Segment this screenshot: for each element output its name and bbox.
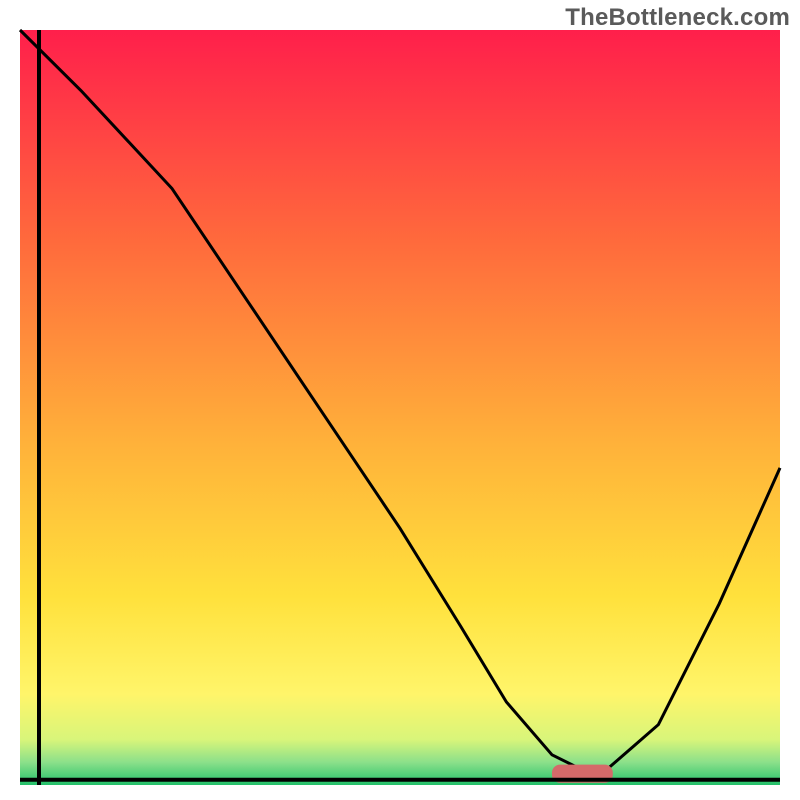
chart-frame: TheBottleneck.com [0,0,800,800]
plot-area [20,30,780,785]
watermark-text: TheBottleneck.com [565,4,790,32]
gradient-background [20,30,780,785]
bottleneck-chart [0,0,800,800]
